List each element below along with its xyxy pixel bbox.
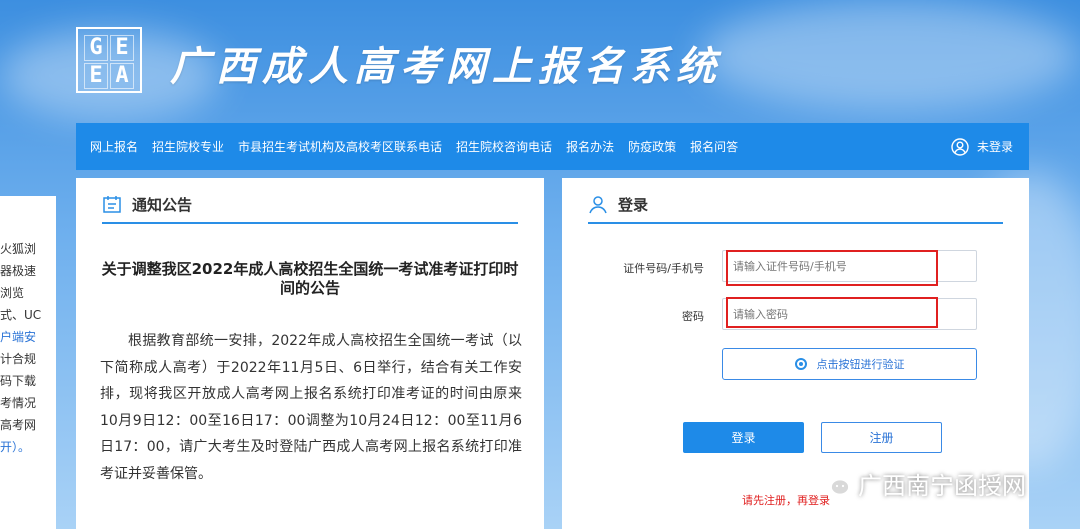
login-status-label: 未登录 [976, 140, 1013, 154]
login-hint: 请先注册，再登录 [742, 494, 830, 507]
main-navbar: 网上报名 招生院校专业 市县招生考试机构及高校考区联系电话 招生院校咨询电话 报… [76, 123, 1029, 170]
nav-item-faq[interactable]: 报名问答 [690, 138, 738, 155]
side-text: 高考网 [0, 418, 37, 432]
login-panel-title: 登录 [618, 195, 649, 214]
side-text: 式、UC [0, 308, 42, 322]
nav-item-epidemic-policy[interactable]: 防疫政策 [628, 138, 676, 155]
side-text: 浏览 [0, 286, 25, 300]
password-field-label: 密码 [682, 310, 704, 323]
notice-panel-title: 通知公告 [132, 195, 193, 214]
side-text: 码下载 [0, 374, 37, 388]
notice-panel-header: 通知公告 [102, 186, 518, 224]
login-panel-header: 登录 [588, 186, 1003, 224]
register-button[interactable]: 注册 [821, 422, 942, 453]
logo-letter: G [84, 35, 108, 61]
side-link[interactable]: 开）。 [0, 436, 56, 458]
logo-letter: E [84, 63, 108, 89]
watermark-text: 广西南宁函授网 [858, 472, 1026, 500]
user-icon [951, 137, 969, 156]
logo-letter: E [110, 35, 134, 61]
user-icon [589, 196, 607, 214]
notice-body: 根据教育部统一安排，2022年成人高校招生全国统一考试（以下简称成人高考）于20… [100, 333, 522, 482]
nav-item-registration-method[interactable]: 报名办法 [566, 138, 614, 155]
notice-title[interactable]: 关于调整我区2022年成人高校招生全国统一考试准考证打印时间的公告 [100, 260, 520, 298]
watermark: 广西南宁函授网 [820, 466, 1026, 501]
side-text: 器极速 [0, 264, 37, 278]
side-text: 火狐浏 [0, 242, 37, 256]
password-input[interactable] [722, 298, 977, 330]
side-link[interactable]: 户端安 [0, 326, 56, 348]
site-logo: G E E A [76, 27, 142, 93]
nav-item-institution-majors[interactable]: 招生院校专业 [152, 138, 224, 155]
id-input[interactable] [722, 250, 977, 282]
calendar-icon [103, 196, 121, 213]
nav-item-exam-office-contacts[interactable]: 市县招生考试机构及高校考区联系电话 [238, 138, 442, 155]
id-field-label: 证件号码/手机号 [623, 262, 704, 275]
logo-letter: A [110, 63, 134, 89]
login-button[interactable]: 登录 [683, 422, 804, 453]
side-text: 计合规 [0, 352, 37, 366]
notice-panel: 通知公告 关于调整我区2022年成人高校招生全国统一考试准考证打印时间的公告 根… [76, 178, 544, 529]
left-side-panel: 火狐浏 器极速 浏览 式、UC 户端安 计合规 码下载 考情况 高考网 开）。 [0, 196, 56, 529]
verify-button[interactable]: 点击按钮进行验证 [722, 348, 977, 380]
site-title: 广西成人高考网上报名系统 [170, 43, 722, 90]
login-status-link[interactable]: 未登录 [951, 137, 1013, 156]
nav-item-online-registration[interactable]: 网上报名 [90, 138, 138, 155]
nav-item-institution-hotlines[interactable]: 招生院校咨询电话 [456, 138, 552, 155]
wechat-icon [820, 470, 850, 495]
verify-button-label: 点击按钮进行验证 [816, 358, 905, 371]
cloud-decoration [700, 0, 1080, 110]
radio-dot-icon [794, 358, 807, 370]
side-text: 考情况 [0, 396, 37, 410]
